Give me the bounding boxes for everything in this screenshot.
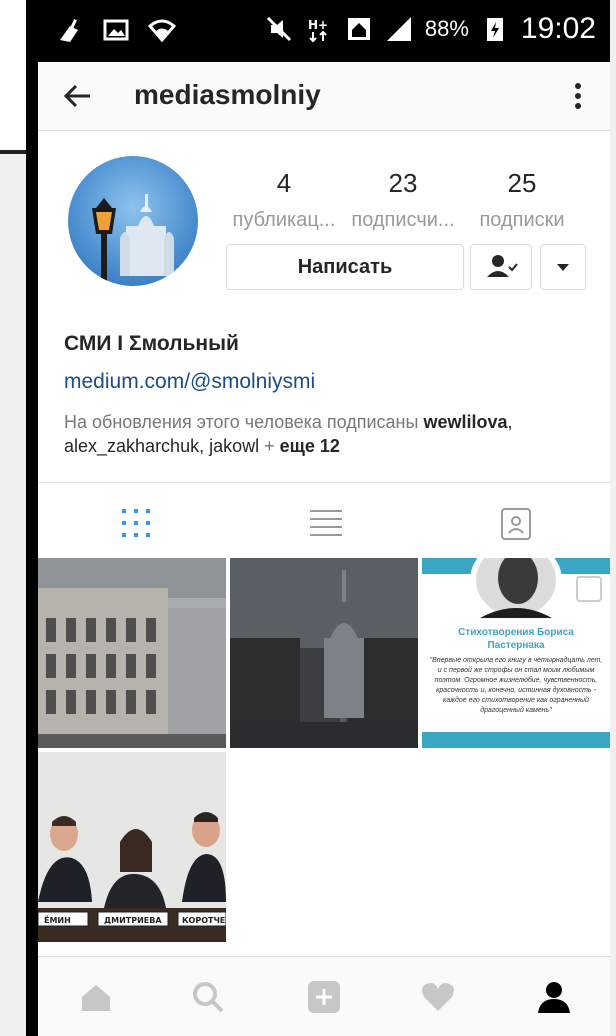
- add-icon[interactable]: [306, 979, 342, 1015]
- chevron-down-icon: [557, 264, 569, 271]
- followed-by-plus: +: [259, 436, 280, 456]
- card-quote: "Впервые открыла его книгу в четырнадцат…: [429, 657, 603, 714]
- wifi-icon: [148, 19, 176, 43]
- grid-icon[interactable]: [116, 505, 156, 541]
- nameplate-3: КОРОТЧЕ: [182, 916, 225, 925]
- svg-text:H+: H+: [308, 18, 328, 32]
- mute-icon: [266, 16, 291, 42]
- broom-icon: [60, 19, 78, 42]
- post-thumbnail[interactable]: ЁМИН ДМИТРИЕВА КОРОТЧЕ: [38, 752, 226, 942]
- suggestions-dropdown-button[interactable]: [540, 244, 586, 290]
- card-title: Стихотворения Бориса Пастернака: [458, 627, 574, 651]
- message-button[interactable]: Написать: [226, 244, 464, 290]
- followed-by-more: еще 12: [279, 436, 340, 456]
- back-arrow-icon[interactable]: [60, 78, 96, 114]
- avatar-image: [92, 194, 174, 286]
- home-status-icon: [347, 18, 370, 40]
- phone-frame: H+ 88% 19:02 mediasmolniy 4 публикац... …: [26, 0, 610, 1036]
- image-icon: [103, 19, 129, 41]
- network-hplus-icon: H+: [308, 18, 328, 43]
- poet-portrait: [470, 558, 562, 620]
- app-bar: mediasmolniy: [38, 62, 610, 131]
- post-thumbnail[interactable]: Стихотворения Бориса Пастернака "Впервые…: [422, 558, 610, 748]
- nameplate-2: ДМИТРИЕВА: [104, 916, 162, 925]
- following-button[interactable]: [470, 244, 532, 290]
- status-bar: H+ 88% 19:02: [38, 0, 610, 62]
- profile-view-tabs: [38, 482, 610, 559]
- posts-stat[interactable]: 4 публикац...: [224, 168, 344, 232]
- card-checkbox: [576, 576, 602, 602]
- following-label: подписки: [479, 209, 565, 231]
- followers-label: подписчи...: [351, 209, 455, 231]
- app-screen: H+ 88% 19:02 mediasmolniy 4 публикац... …: [38, 0, 610, 1036]
- following-count: 25: [507, 168, 537, 198]
- tagged-icon[interactable]: [496, 505, 536, 541]
- more-vertical-icon[interactable]: [560, 78, 596, 114]
- card-bottom-band: [422, 732, 610, 748]
- followers-count: 23: [388, 168, 418, 198]
- posts-label: публикац...: [232, 209, 336, 231]
- list-icon[interactable]: [306, 505, 346, 541]
- profile-full-name: СМИ I Σмольный: [64, 332, 239, 355]
- cathedral-photo: [230, 558, 418, 748]
- people-photo: ЁМИН ДМИТРИЕВА КОРОТЧЕ: [38, 752, 226, 942]
- followed-by-user: wewlilova: [423, 412, 508, 432]
- person-check-icon: [487, 255, 518, 277]
- clock: 19:02: [520, 12, 596, 45]
- profile-username-title: mediasmolniy: [134, 79, 321, 110]
- following-stat[interactable]: 25 подписки: [462, 168, 582, 232]
- post-thumbnail[interactable]: [38, 558, 226, 748]
- profile-website-link[interactable]: medium.com/@smolniysmi: [64, 370, 315, 394]
- followed-by-prefix: На обновления этого человека подписаны: [64, 412, 424, 432]
- nameplate-1: ЁМИН: [44, 915, 71, 925]
- posts-count: 4: [276, 168, 292, 198]
- battery-percent: 88%: [424, 16, 469, 41]
- building-photo: [38, 558, 226, 748]
- search-icon[interactable]: [190, 979, 226, 1015]
- followers-stat[interactable]: 23 подписчи...: [343, 168, 463, 232]
- heart-icon[interactable]: [420, 979, 456, 1015]
- post-thumbnail[interactable]: [230, 558, 418, 748]
- profile-avatar[interactable]: [68, 156, 198, 286]
- battery-charging-icon: [486, 18, 503, 41]
- signal-icon: [386, 17, 411, 41]
- profile-icon[interactable]: [536, 979, 572, 1015]
- home-icon[interactable]: [78, 979, 114, 1015]
- followed-by-text[interactable]: На обновления этого человека подписаны w…: [64, 410, 584, 458]
- bottom-navigation: [38, 956, 610, 1036]
